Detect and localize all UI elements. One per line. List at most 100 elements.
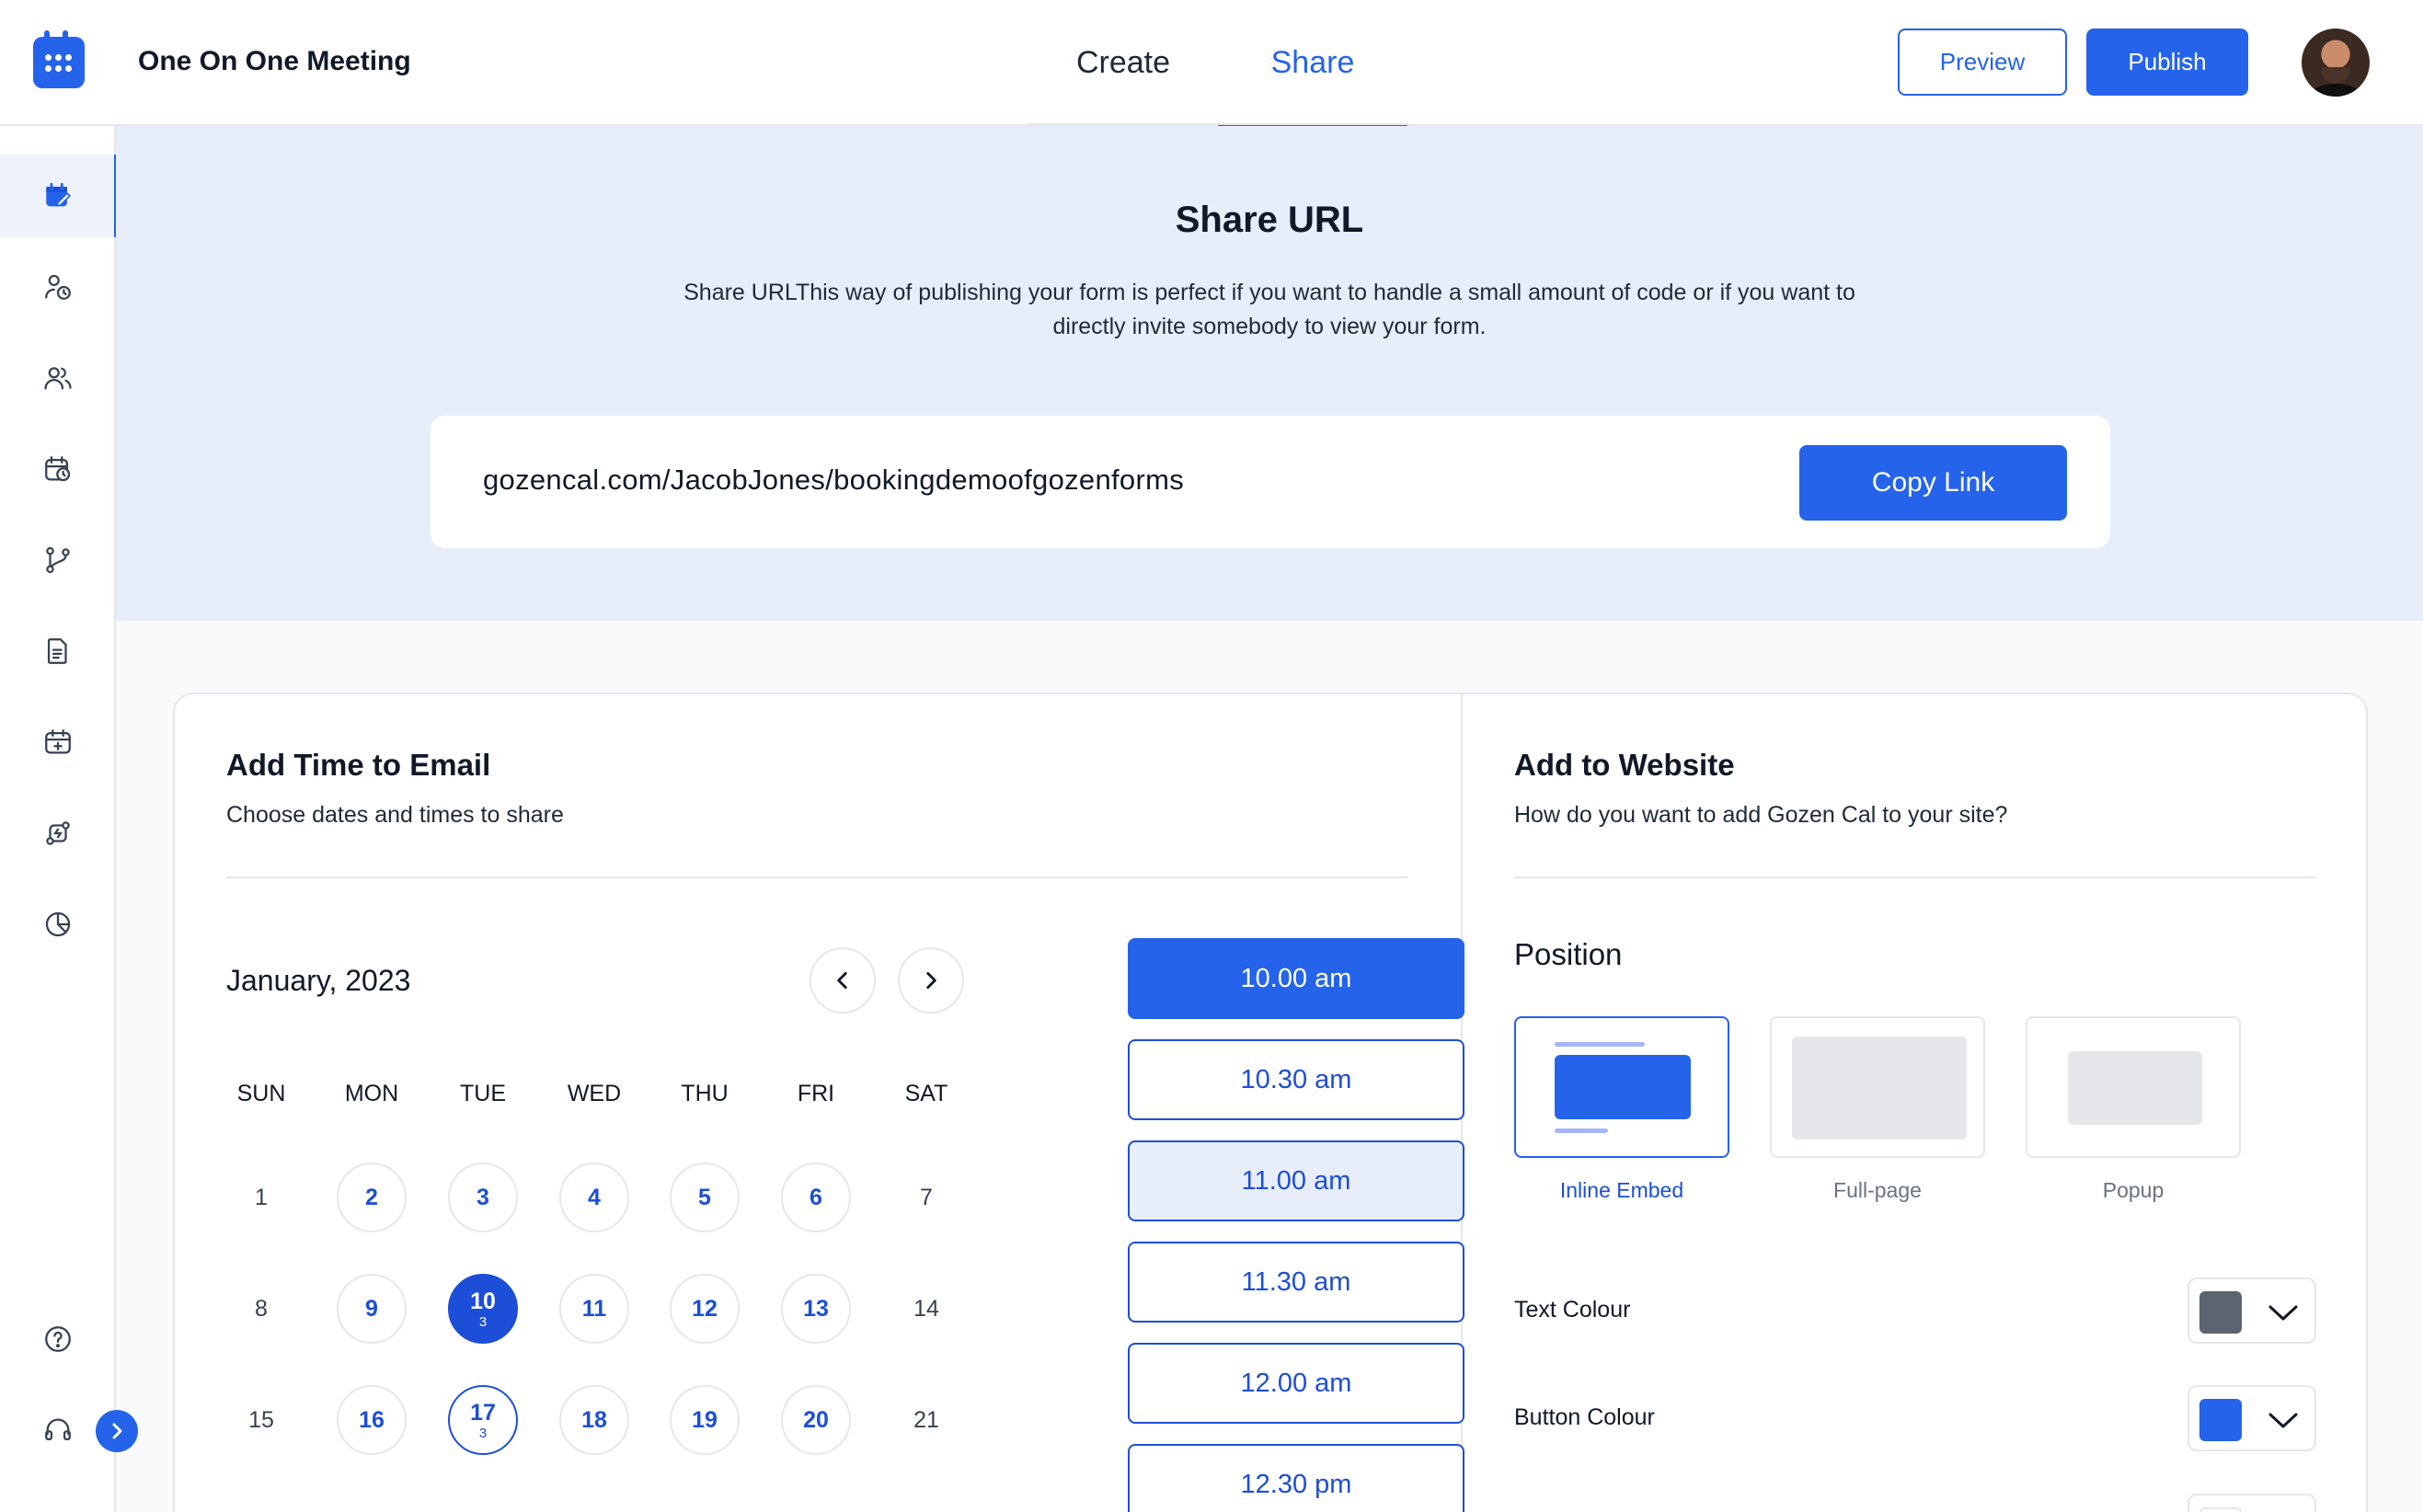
calendar-day[interactable]: 10 3	[448, 1274, 518, 1344]
calendar-day: 7	[891, 1163, 961, 1232]
calendar-day: 21	[891, 1385, 961, 1455]
publish-button[interactable]: Publish	[2086, 29, 2248, 96]
position-title: Position	[1514, 937, 1623, 971]
sidebar-item-users[interactable]	[0, 337, 116, 419]
embed-options-area: Add Time to Email Choose dates and times…	[116, 621, 2423, 1512]
time-slot-button[interactable]: 12.00 am	[1128, 1343, 1464, 1424]
colour-label: Button Colour	[1514, 1404, 1655, 1430]
calendar-day[interactable]: 19	[670, 1385, 740, 1455]
position-label-inline-embed: Inline Embed	[1559, 1178, 1684, 1202]
share-url-section: Share URL Share URLThis way of publishin…	[116, 126, 2423, 621]
calendar-day[interactable]: 16	[337, 1385, 407, 1455]
prev-month-button[interactable]	[810, 947, 876, 1014]
sidebar-item-help[interactable]	[0, 1298, 116, 1380]
calendar-day[interactable]: 18	[559, 1385, 629, 1455]
colour-swatch	[2199, 1507, 2242, 1512]
options-card: Add Time to Email Choose dates and times…	[173, 693, 2368, 1512]
calendar-day-number: 12	[692, 1296, 718, 1322]
colour-picker-dropdown[interactable]	[2188, 1277, 2316, 1344]
sidebar-item-calendar-clock[interactable]	[0, 428, 116, 510]
share-title: Share URL	[1175, 200, 1364, 240]
time-slot-button[interactable]: 10.30 am	[1128, 1039, 1464, 1120]
calendar-day[interactable]: 11	[559, 1274, 629, 1344]
calendar-day-number: 10	[470, 1288, 496, 1314]
calendar-day[interactable]: 5	[670, 1163, 740, 1232]
chevron-right-icon	[112, 1423, 122, 1439]
time-slot-button[interactable]: 11.00 am	[1128, 1140, 1464, 1221]
colour-picker-dropdown[interactable]	[2188, 1494, 2316, 1512]
preview-button[interactable]: Preview	[1898, 29, 2067, 96]
git-branch-icon	[46, 546, 70, 574]
calendar-day[interactable]: 6	[781, 1163, 851, 1232]
calendar-day[interactable]: 4	[559, 1163, 629, 1232]
analytics-icon	[45, 911, 71, 937]
calendar-day: 8	[226, 1274, 296, 1344]
time-slot-button[interactable]: 10.00 am	[1128, 938, 1464, 1019]
calendar-day[interactable]: 13	[781, 1274, 851, 1344]
position-option-popup[interactable]	[2026, 1016, 2241, 1158]
weekday-label: SAT	[904, 1081, 948, 1106]
calendar-day-number: 15	[248, 1407, 274, 1433]
calendar-day[interactable]: 20	[781, 1385, 851, 1455]
calendar-day[interactable]: 12	[670, 1274, 740, 1344]
sidebar-item-integrations[interactable]	[0, 792, 116, 875]
chevron-right-icon	[926, 972, 936, 989]
share-url-text[interactable]: gozencal.com/JacobJones/bookingdemoofgoz…	[483, 464, 1184, 497]
email-section-title: Add Time to Email	[226, 748, 491, 782]
colour-picker-dropdown[interactable]	[2188, 1385, 2316, 1451]
sidebar-item-calendar-edit[interactable]	[0, 155, 118, 237]
calendar-day-number: 21	[913, 1407, 939, 1433]
sidebar-item-analytics[interactable]	[0, 883, 116, 966]
calendar-day-slot-count: 3	[478, 1425, 488, 1441]
calendar-day[interactable]: 17 3	[448, 1385, 518, 1455]
sidebar-item-document[interactable]	[0, 610, 116, 693]
calendar-day[interactable]: 3	[448, 1163, 518, 1232]
calendar-day-number: 3	[477, 1185, 489, 1210]
calendar-day: 15	[226, 1385, 296, 1455]
calendar-day-number: 4	[588, 1185, 601, 1210]
weekday-label: MON	[344, 1081, 399, 1106]
calendar-day-number: 6	[810, 1185, 822, 1210]
calendar-day-number: 16	[359, 1407, 385, 1433]
colour-swatch	[2199, 1291, 2242, 1334]
calendar-day-number: 11	[581, 1296, 607, 1322]
calendar-day[interactable]: 9	[337, 1274, 407, 1344]
position-option-inline-embed[interactable]	[1514, 1016, 1729, 1158]
sidebar-item-calendar-add[interactable]	[0, 701, 116, 784]
sidebar-item-user-clock[interactable]	[0, 246, 116, 328]
calendar-day-number: 5	[698, 1185, 711, 1210]
calendar-day-slot-count: 3	[478, 1313, 488, 1330]
calendar-day[interactable]: 2	[337, 1163, 407, 1232]
headset-icon	[45, 1418, 71, 1441]
divider	[1514, 876, 2316, 878]
copy-link-button[interactable]: Copy Link	[1799, 445, 2067, 521]
time-slot-button[interactable]: 11.30 am	[1128, 1242, 1464, 1323]
top-bar: One On One Meeting Create Share Preview …	[0, 0, 2423, 129]
chevron-down-icon	[2268, 1305, 2298, 1321]
sidebar-expand-button[interactable]	[96, 1410, 138, 1452]
email-section-subtitle: Choose dates and times to share	[226, 802, 564, 828]
calendar-day-number: 8	[255, 1296, 268, 1322]
colour-swatch	[2199, 1399, 2242, 1441]
sidebar-item-branch[interactable]	[0, 519, 116, 601]
tab-share[interactable]: Share	[1218, 0, 1407, 129]
position-option-full-page[interactable]	[1770, 1016, 1985, 1158]
tab-create[interactable]: Create	[1028, 0, 1218, 126]
time-slot-button[interactable]: 12.30 pm	[1128, 1444, 1464, 1512]
calendar-day-number: 1	[255, 1185, 268, 1210]
calendar-edit-icon	[46, 182, 71, 207]
avatar[interactable]	[2302, 29, 2370, 97]
calendar-add-icon	[45, 729, 71, 754]
page-title: One On One Meeting	[138, 46, 411, 76]
sidebar	[0, 126, 118, 1512]
calendar-day-number: 19	[692, 1407, 718, 1433]
next-month-button[interactable]	[898, 947, 964, 1014]
share-description: Share URLThis way of publishing your for…	[683, 280, 1855, 339]
calendar-day-number: 7	[920, 1185, 933, 1210]
website-section-subtitle: How do you want to add Gozen Cal to your…	[1514, 802, 2008, 828]
chevron-left-icon	[837, 972, 847, 989]
weekday-label: TUE	[460, 1081, 506, 1106]
share-url-card: gozencal.com/JacobJones/bookingdemoofgoz…	[431, 416, 2110, 548]
calendar-month-label: January, 2023	[226, 964, 411, 997]
calendar-day-number: 17	[470, 1399, 496, 1426]
